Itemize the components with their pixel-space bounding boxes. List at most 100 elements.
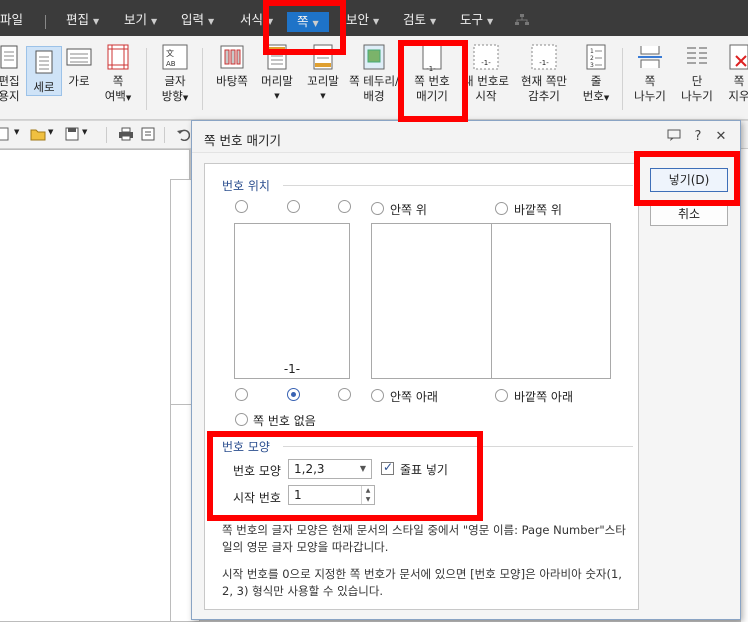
line-number-button[interactable]: 123 줄 번호▼ <box>578 44 614 106</box>
chevron-down-icon: ▼ <box>93 17 100 26</box>
outer-bottom-label: 바깥쪽 아래 <box>514 390 574 404</box>
column-break-button[interactable]: 단 나누기 <box>676 44 718 104</box>
save-icon[interactable] <box>65 127 79 141</box>
chevron-down-icon: ▼ <box>320 92 326 100</box>
text-direction-label-1: 글자 <box>164 74 186 88</box>
menu-security[interactable]: 보안 ▼ <box>346 10 379 30</box>
radio-inner-top[interactable] <box>371 202 384 215</box>
document-page-left[interactable] <box>0 149 190 622</box>
chevron-down-icon: ▼ <box>487 17 494 26</box>
text-direction-label-2: 방향▼ <box>161 89 189 103</box>
background-page-button[interactable]: 바탕쪽 <box>210 44 254 89</box>
background-page-label: 바탕쪽 <box>216 74 248 88</box>
column-break-icon <box>687 47 707 64</box>
radio-outer-top[interactable] <box>495 202 508 215</box>
portrait-icon <box>35 50 53 74</box>
comment-icon[interactable] <box>666 129 682 145</box>
single-page-preview: -1- <box>234 223 350 379</box>
page-erase-icon <box>729 44 748 70</box>
chevron-down-icon: ▼ <box>373 17 380 26</box>
landscape-label: 가로 <box>68 74 90 88</box>
outer-top-label: 바깥쪽 위 <box>514 203 562 217</box>
ribbon-separator <box>146 48 147 110</box>
new-number-icon-text: -1- <box>481 59 491 67</box>
print-icon[interactable] <box>118 127 134 141</box>
group-divider <box>283 185 633 186</box>
no-number-label: 쪽 번호 없음 <box>253 414 316 428</box>
menu-file[interactable]: 파일 <box>0 10 23 30</box>
page-margin-button[interactable]: 쪽 여백▼ <box>100 44 136 106</box>
help-text-style: 쪽 번호의 글자 모양은 현재 문서의 스타일 중에서 "영문 이름: Page… <box>222 523 626 554</box>
close-icon[interactable]: ✕ <box>713 129 729 144</box>
highlight-insert-button <box>634 151 740 206</box>
page-border-button[interactable]: 쪽 테두리/ 배경 <box>346 44 402 104</box>
page-border-icon <box>363 44 385 70</box>
hide-current-label-2: 감추기 <box>528 89 560 103</box>
page-border-label-2: 배경 <box>363 89 385 103</box>
help-icon[interactable]: ? <box>690 129 706 144</box>
menu-insert[interactable]: 입력 ▼ <box>181 10 214 30</box>
network-icon[interactable] <box>515 14 529 26</box>
page-border-label-1: 쪽 테두리/ <box>349 74 399 88</box>
highlight-format-group <box>207 431 483 521</box>
undo-icon[interactable] <box>176 127 190 141</box>
menu-view[interactable]: 보기 ▼ <box>124 10 157 30</box>
svg-text:AB: AB <box>166 60 176 68</box>
preview-icon[interactable] <box>141 127 155 141</box>
text-direction-button[interactable]: 文 AB 글자 방향▼ <box>155 44 195 106</box>
page-break-button[interactable]: 쪽 나누기 <box>630 44 670 104</box>
dialog-title: 쪽 번호 매기기 <box>204 133 281 148</box>
chevron-down-icon[interactable]: ▼ <box>82 128 87 136</box>
chevron-down-icon: ▼ <box>274 92 280 100</box>
chevron-down-icon: ▼ <box>208 17 215 26</box>
edit-paper-label-1: 편집 <box>0 74 20 88</box>
hide-icon-text: -1- <box>539 59 549 67</box>
header-label: 머리말 <box>261 74 293 88</box>
radio-no-number[interactable] <box>235 413 248 426</box>
menu-tools[interactable]: 도구 ▼ <box>460 10 493 30</box>
ribbon-separator <box>202 48 203 110</box>
chevron-down-icon[interactable]: ▼ <box>14 128 19 136</box>
spread-page-preview <box>371 223 611 379</box>
menu-bar: 파일 편집 ▼ 보기 ▼ 입력 ▼ 서식 ▼ 쪽 ▼ 보안 ▼ 검토 ▼ 도구 ▼ <box>0 0 748 36</box>
hide-current-label-1: 현재 쪽만 <box>521 74 567 88</box>
column-break-label-1: 단 <box>691 74 703 88</box>
edit-paper-button[interactable]: 편집 용지 <box>0 44 24 104</box>
inner-top-label: 안쪽 위 <box>390 203 427 217</box>
radio-top-left[interactable] <box>235 200 248 213</box>
chevron-down-icon[interactable]: ▼ <box>48 128 53 136</box>
svg-text:文: 文 <box>166 48 174 58</box>
landscape-icon <box>66 48 92 66</box>
hide-current-button[interactable]: 현재 쪽만 감추기 <box>516 44 572 104</box>
page-break-label-1: 쪽 <box>644 74 656 88</box>
portrait-button[interactable]: 세로 <box>26 46 62 96</box>
highlight-page-number-button <box>398 40 468 122</box>
radio-bottom-center[interactable] <box>287 388 300 401</box>
line-number-icon: 123 <box>586 44 606 70</box>
inner-bottom-label: 안쪽 아래 <box>390 390 438 404</box>
footer-label: 꼬리말 <box>307 74 339 88</box>
radio-top-center[interactable] <box>287 200 300 213</box>
menu-review[interactable]: 검토 ▼ <box>403 10 436 30</box>
page-break-icon <box>638 46 662 68</box>
background-page-icon <box>220 45 244 69</box>
page-erase-label-1: 쪽 <box>733 74 745 88</box>
spread-divider <box>491 224 492 378</box>
line-number-label-2: 번호▼ <box>582 89 610 103</box>
dialog-titlebar: 쪽 번호 매기기 ? ✕ <box>192 121 740 153</box>
open-folder-icon[interactable] <box>30 127 46 141</box>
radio-top-right[interactable] <box>338 200 351 213</box>
new-document-icon[interactable] <box>0 127 10 141</box>
menu-edit[interactable]: 편집 ▼ <box>66 10 99 30</box>
margin-label-1: 쪽 <box>112 74 124 88</box>
radio-bottom-right[interactable] <box>338 388 351 401</box>
margin-label-2: 여백▼ <box>104 89 132 103</box>
paper-icon <box>0 45 18 69</box>
landscape-button[interactable]: 가로 <box>64 44 94 89</box>
page-erase-button[interactable]: 쪽 지우 <box>724 44 748 104</box>
radio-inner-bottom[interactable] <box>371 389 384 402</box>
radio-outer-bottom[interactable] <box>495 389 508 402</box>
line-number-label-1: 줄 <box>590 74 602 88</box>
page-break-label-2: 나누기 <box>634 89 666 103</box>
radio-bottom-left[interactable] <box>235 388 248 401</box>
